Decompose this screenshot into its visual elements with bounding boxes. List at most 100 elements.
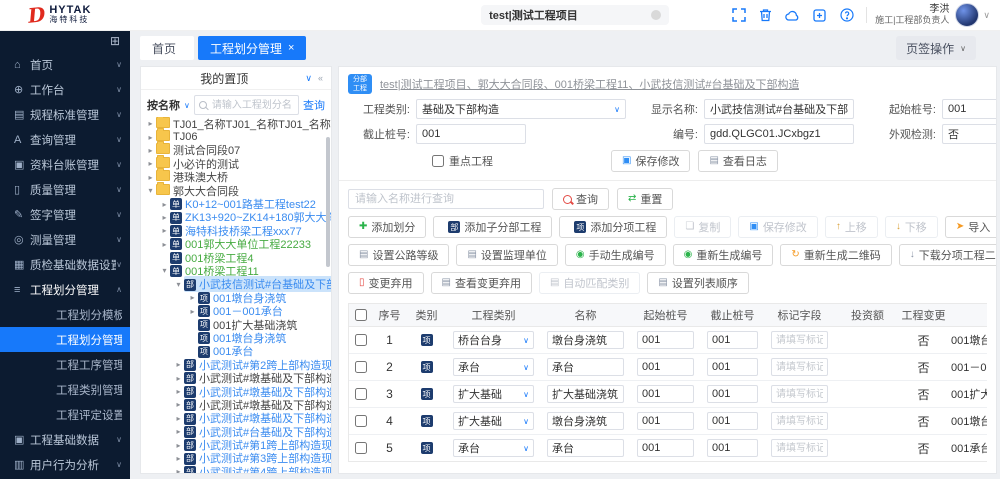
row-mark-input[interactable] <box>771 439 828 457</box>
toolbar-button[interactable]: ▤ 设置监理单位 <box>456 244 557 266</box>
row-end-input[interactable] <box>707 412 758 430</box>
toolbar-button[interactable]: ↑ 上移 <box>825 216 878 238</box>
query-button[interactable]: 查询 <box>552 188 609 210</box>
row-start-input[interactable] <box>637 385 694 403</box>
toolbar-button[interactable]: ▤ 查看变更弃用 <box>431 272 532 294</box>
toolbar-button[interactable]: ➤ 导入 <box>945 216 997 238</box>
sidebar-item[interactable]: ▥ 用户行为分析 ∨ <box>0 452 130 477</box>
select-all-checkbox[interactable] <box>355 309 367 321</box>
sidebar-item[interactable]: ⊕ 工作台 ∨ <box>0 77 130 102</box>
tree-scrollbar[interactable] <box>326 137 330 267</box>
key-project-checkbox[interactable] <box>432 155 444 167</box>
name-query-input[interactable] <box>348 189 544 209</box>
row-checkbox[interactable] <box>355 442 367 454</box>
tree-expand-arrow-icon[interactable]: ▸ <box>173 374 184 383</box>
category-select[interactable]: 基础及下部构造∨ <box>416 99 626 119</box>
tree-collapse-caret-icon[interactable]: ∨ <box>305 73 312 84</box>
tree-expand-arrow-icon[interactable]: ▸ <box>145 173 156 182</box>
row-name-input[interactable] <box>547 331 624 349</box>
add-square-icon[interactable] <box>812 8 827 23</box>
row-checkbox[interactable] <box>355 334 367 346</box>
page-tab[interactable]: 工程划分管理 × <box>198 36 306 60</box>
tree-filter-select[interactable]: 按名称 <box>147 97 180 113</box>
weather-cloud-icon[interactable] <box>785 8 800 23</box>
tree-item[interactable]: ▸ TJ01_名称TJ01_名称TJ01_名称TJ01_名称TJ0... <box>141 117 331 130</box>
toolbar-button[interactable]: ↻ 重新生成二维码 <box>780 244 891 266</box>
sidebar-item[interactable]: 工程划分模板 <box>0 302 130 327</box>
save-changes-button[interactable]: ▣ 保存修改 <box>611 150 690 172</box>
row-start-input[interactable] <box>637 358 694 376</box>
sidebar-item[interactable]: ▤ 规程标准管理 ∨ <box>0 102 130 127</box>
toolbar-button[interactable]: ✚ 添加划分 <box>348 216 426 238</box>
row-start-input[interactable] <box>637 412 694 430</box>
row-category-select[interactable]: 扩大基础∨ <box>453 412 534 430</box>
sidebar-item[interactable]: 工程工序管理 <box>0 352 130 377</box>
tree-expand-arrow-icon[interactable]: ▸ <box>159 226 170 235</box>
toolbar-button[interactable]: ▯ 变更弃用 <box>348 272 424 294</box>
tree-expand-arrow-icon[interactable]: ▾ <box>159 266 170 275</box>
toolbar-button[interactable]: ▣ 保存修改 <box>738 216 817 238</box>
tree-expand-arrow-icon[interactable]: ▸ <box>145 159 156 168</box>
tree-expand-arrow-icon[interactable]: ▸ <box>173 467 184 473</box>
tree-expand-arrow-icon[interactable]: ▸ <box>187 293 198 302</box>
row-checkbox[interactable] <box>355 361 367 373</box>
row-category-select[interactable]: 扩大基础∨ <box>453 385 534 403</box>
help-icon[interactable] <box>839 8 854 23</box>
project-select[interactable]: test|测试工程项目 <box>481 5 669 25</box>
sidebar-item[interactable]: ✎ 签字管理 ∨ <box>0 202 130 227</box>
view-log-button[interactable]: ▤ 查看日志 <box>698 150 777 172</box>
tree-expand-arrow-icon[interactable]: ▸ <box>159 240 170 249</box>
tree-expand-arrow-icon[interactable]: ▸ <box>187 307 198 316</box>
tree-expand-arrow-icon[interactable]: ▾ <box>173 280 184 289</box>
tree-expand-arrow-icon[interactable]: ▸ <box>159 200 170 209</box>
row-category-select[interactable]: 承台∨ <box>453 358 534 376</box>
row-end-input[interactable] <box>707 385 758 403</box>
row-end-input[interactable] <box>707 331 758 349</box>
tree-expand-arrow-icon[interactable]: ▸ <box>173 400 184 409</box>
tree-expand-arrow-icon[interactable]: ▸ <box>145 146 156 155</box>
tree-item-label[interactable]: TJ06 <box>173 131 197 143</box>
tree-expand-arrow-icon[interactable]: ▸ <box>173 414 184 423</box>
tree-expand-arrow-icon[interactable]: ▸ <box>145 133 156 142</box>
display-name-input[interactable] <box>704 99 854 119</box>
tree-search-input[interactable] <box>210 99 294 112</box>
tree-item-label[interactable]: 小武测试#第4跨上部构造现场浇筑 <box>199 464 331 473</box>
row-end-input[interactable] <box>707 358 758 376</box>
row-mark-input[interactable] <box>771 358 828 376</box>
sidebar-item[interactable]: ≡ 工程划分管理 ∧ <box>0 277 130 302</box>
row-category-select[interactable]: 桥台台身∨ <box>453 331 534 349</box>
toolbar-button[interactable]: ◉ 重新生成编号 <box>673 244 774 266</box>
tree-expand-arrow-icon[interactable]: ▾ <box>145 186 156 195</box>
tab-close-icon[interactable]: × <box>288 42 294 54</box>
sidebar-item[interactable]: 工程划分管理 <box>0 327 130 352</box>
trash-icon[interactable] <box>758 8 773 23</box>
end-stake-input[interactable] <box>416 124 526 144</box>
row-mark-input[interactable] <box>771 412 828 430</box>
sidebar-collapse-icon[interactable]: ⊞ <box>110 34 120 48</box>
user-menu-caret-icon[interactable]: ∨ <box>983 10 990 21</box>
sidebar-item[interactable]: ▣ 资料台账管理 ∨ <box>0 152 130 177</box>
row-category-select[interactable]: 承台∨ <box>453 439 534 457</box>
user-avatar[interactable] <box>955 3 979 27</box>
row-start-input[interactable] <box>637 331 694 349</box>
sidebar-item[interactable]: ▦ 质检基础数据设置 ∨ <box>0 252 130 277</box>
toolbar-button[interactable]: ↓ 下载分项工程二维码 <box>899 244 997 266</box>
page-tab[interactable]: 首页 <box>140 36 194 60</box>
sidebar-item[interactable]: A 查询管理 ∨ <box>0 127 130 152</box>
row-checkbox[interactable] <box>355 388 367 400</box>
toolbar-button[interactable]: ▤ 自动匹配类别 <box>539 272 640 294</box>
toolbar-button[interactable]: ◉ 手动生成编号 <box>565 244 666 266</box>
tree-filter-caret-icon[interactable]: ∨ <box>184 101 190 110</box>
sidebar-item[interactable]: ▯ 质量管理 ∨ <box>0 177 130 202</box>
breadcrumb-path[interactable]: test|测试工程项目、郭大大合同段、001桥梁工程11、小武技信测试#台基础及… <box>380 76 799 92</box>
row-name-input[interactable] <box>547 439 624 457</box>
project-select-clear-icon[interactable] <box>651 10 661 20</box>
toolbar-button[interactable]: ▤ 设置列表顺序 <box>647 272 748 294</box>
toolbar-button[interactable]: ↓ 下移 <box>885 216 938 238</box>
tab-actions-button[interactable]: 页签操作 ∨ <box>896 36 976 60</box>
tree-search-box[interactable] <box>194 95 299 115</box>
row-checkbox[interactable] <box>355 415 367 427</box>
code-input[interactable] <box>704 124 854 144</box>
sidebar-item[interactable]: ▣ 工程基础数据 ∨ <box>0 427 130 452</box>
row-name-input[interactable] <box>547 412 624 430</box>
